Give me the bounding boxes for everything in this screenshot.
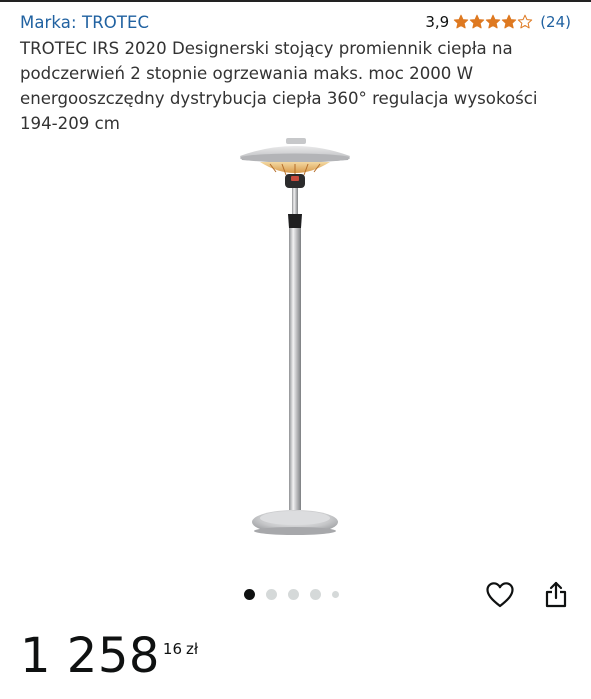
image-carousel-dots[interactable]	[244, 589, 339, 600]
star-icon	[502, 14, 517, 29]
share-button[interactable]	[539, 578, 573, 612]
rating-count[interactable]: (24)	[540, 13, 571, 31]
star-icon	[454, 14, 469, 29]
carousel-dot[interactable]	[288, 589, 299, 600]
rating-value: 3,9	[425, 13, 450, 31]
price: 1 258 16 zł	[20, 628, 198, 684]
star-icon	[486, 14, 501, 29]
brand-link[interactable]: Marka: TROTEC	[20, 13, 149, 32]
heart-outline-icon	[486, 582, 514, 608]
price-fraction: 16	[162, 640, 183, 658]
carousel-dot[interactable]	[244, 589, 255, 600]
carousel-dot[interactable]	[310, 589, 321, 600]
rating-summary[interactable]: 3,9 (24)	[425, 13, 571, 31]
price-currency: zł	[186, 640, 199, 658]
product-title: TROTEC IRS 2020 Designerski stojący prom…	[20, 39, 538, 133]
patio-heater-image	[240, 138, 350, 535]
carousel-dot[interactable]	[332, 591, 339, 598]
star-icon	[470, 14, 485, 29]
carousel-dot[interactable]	[266, 589, 277, 600]
product-image[interactable]	[200, 138, 390, 538]
star-rating	[453, 14, 533, 30]
top-divider	[0, 0, 591, 2]
header-row: Marka: TROTEC 3,9 (24)	[20, 10, 571, 34]
share-icon	[545, 581, 567, 608]
wishlist-button[interactable]	[483, 578, 517, 612]
star-icon	[518, 14, 533, 29]
price-whole: 1 258	[20, 628, 160, 684]
